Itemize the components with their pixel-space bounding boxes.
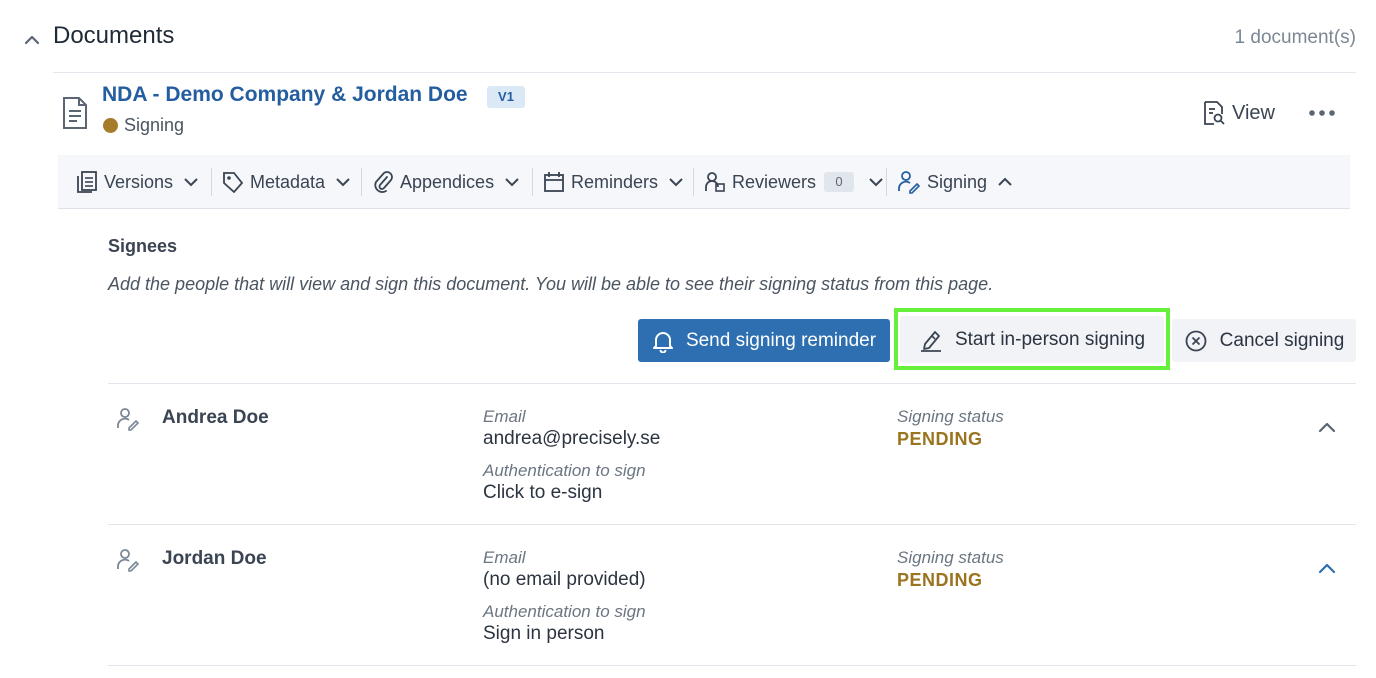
divider <box>53 72 1356 73</box>
reviewer-icon <box>705 172 725 192</box>
start-in-person-signing-label: Start in-person signing <box>954 328 1146 350</box>
paperclip-icon <box>374 171 393 193</box>
tab-separator <box>693 168 694 196</box>
tab-label: Reviewers <box>732 171 817 192</box>
calendar-icon <box>544 172 564 192</box>
signing-icon <box>898 171 921 194</box>
signee-name: Andrea Doe <box>162 407 269 428</box>
tab-label: Versions <box>104 171 174 192</box>
signee-row: Jordan Doe Email (no email provided) Aut… <box>0 526 1376 666</box>
signing-status-label: Signing status <box>897 407 1004 426</box>
tab-versions[interactable]: Versions <box>76 155 199 209</box>
tab-reviewers[interactable]: Reviewers 0 <box>704 155 884 209</box>
tab-separator <box>361 168 362 196</box>
auth-value: Sign in person <box>483 623 605 644</box>
tab-separator <box>886 168 887 196</box>
divider <box>108 383 1356 384</box>
cancel-circle-icon <box>1185 330 1207 351</box>
signee-icon <box>117 408 140 431</box>
auth-label: Authentication to sign <box>483 602 646 621</box>
tab-reminders[interactable]: Reminders <box>543 155 684 209</box>
signing-status-label: Signing status <box>897 548 1004 567</box>
view-button[interactable]: View <box>1202 98 1275 128</box>
chevron-down-icon <box>184 178 198 187</box>
start-in-person-signing-button[interactable]: Start in-person signing <box>900 316 1164 363</box>
version-badge: V1 <box>487 86 525 108</box>
versions-icon <box>77 171 97 193</box>
tab-signing[interactable]: Signing <box>897 155 1013 209</box>
tab-separator <box>211 168 212 196</box>
tab-label: Metadata <box>250 171 326 192</box>
chevron-down-icon <box>669 178 683 187</box>
divider <box>108 665 1356 666</box>
view-label: View <box>1232 101 1275 124</box>
documents-section-header: Documents 1 document(s) <box>0 0 1376 74</box>
auth-value: Click to e-sign <box>483 482 603 503</box>
section-title: Documents <box>53 22 175 49</box>
signee-icon <box>117 549 140 572</box>
chevron-up-icon[interactable] <box>1316 560 1338 576</box>
bell-icon <box>652 331 673 353</box>
tab-label: Appendices <box>400 171 495 192</box>
email-label: Email <box>483 407 526 426</box>
chevron-down-icon <box>336 178 350 187</box>
signing-status-value: PENDING <box>897 429 983 449</box>
reviewers-count-badge: 0 <box>824 172 855 192</box>
send-signing-reminder-button[interactable]: Send signing reminder <box>638 319 890 362</box>
auth-label: Authentication to sign <box>483 461 646 480</box>
tab-label: Reminders <box>571 171 659 192</box>
chevron-down-icon <box>869 178 883 187</box>
chevron-up-icon <box>998 177 1012 186</box>
send-signing-reminder-label: Send signing reminder <box>685 329 877 351</box>
signee-row: Andrea Doe Email andrea@precisely.se Aut… <box>0 385 1376 525</box>
document-title-link[interactable]: NDA - Demo Company & Jordan Doe <box>102 83 468 107</box>
document-count: 1 document(s) <box>1234 27 1356 48</box>
signee-name: Jordan Doe <box>162 548 267 569</box>
tab-label: Signing <box>927 171 988 192</box>
document-icon <box>63 97 87 129</box>
view-document-icon <box>1204 101 1225 125</box>
cancel-signing-label: Cancel signing <box>1219 329 1345 351</box>
chevron-up-icon[interactable] <box>22 30 42 50</box>
signing-status-value: PENDING <box>897 570 983 590</box>
signees-description: Add the people that will view and sign t… <box>108 274 994 294</box>
tab-appendices[interactable]: Appendices <box>372 155 520 209</box>
email-value: andrea@precisely.se <box>483 428 661 449</box>
divider <box>108 524 1356 525</box>
signees-heading: Signees <box>108 236 178 256</box>
pen-sign-icon <box>920 330 941 352</box>
tag-icon <box>223 172 244 194</box>
more-options-icon[interactable] <box>1306 100 1338 126</box>
document-tab-bar: Versions Metadata Appendices Reminders R… <box>58 155 1350 209</box>
chevron-up-icon[interactable] <box>1316 419 1338 435</box>
email-label: Email <box>483 548 526 567</box>
cancel-signing-button[interactable]: Cancel signing <box>1172 319 1356 362</box>
chevron-down-icon <box>505 178 519 187</box>
status-dot <box>103 118 118 133</box>
tab-separator <box>532 168 533 196</box>
tab-metadata[interactable]: Metadata <box>222 155 351 209</box>
document-status: Signing <box>124 115 185 135</box>
email-value: (no email provided) <box>483 569 646 590</box>
